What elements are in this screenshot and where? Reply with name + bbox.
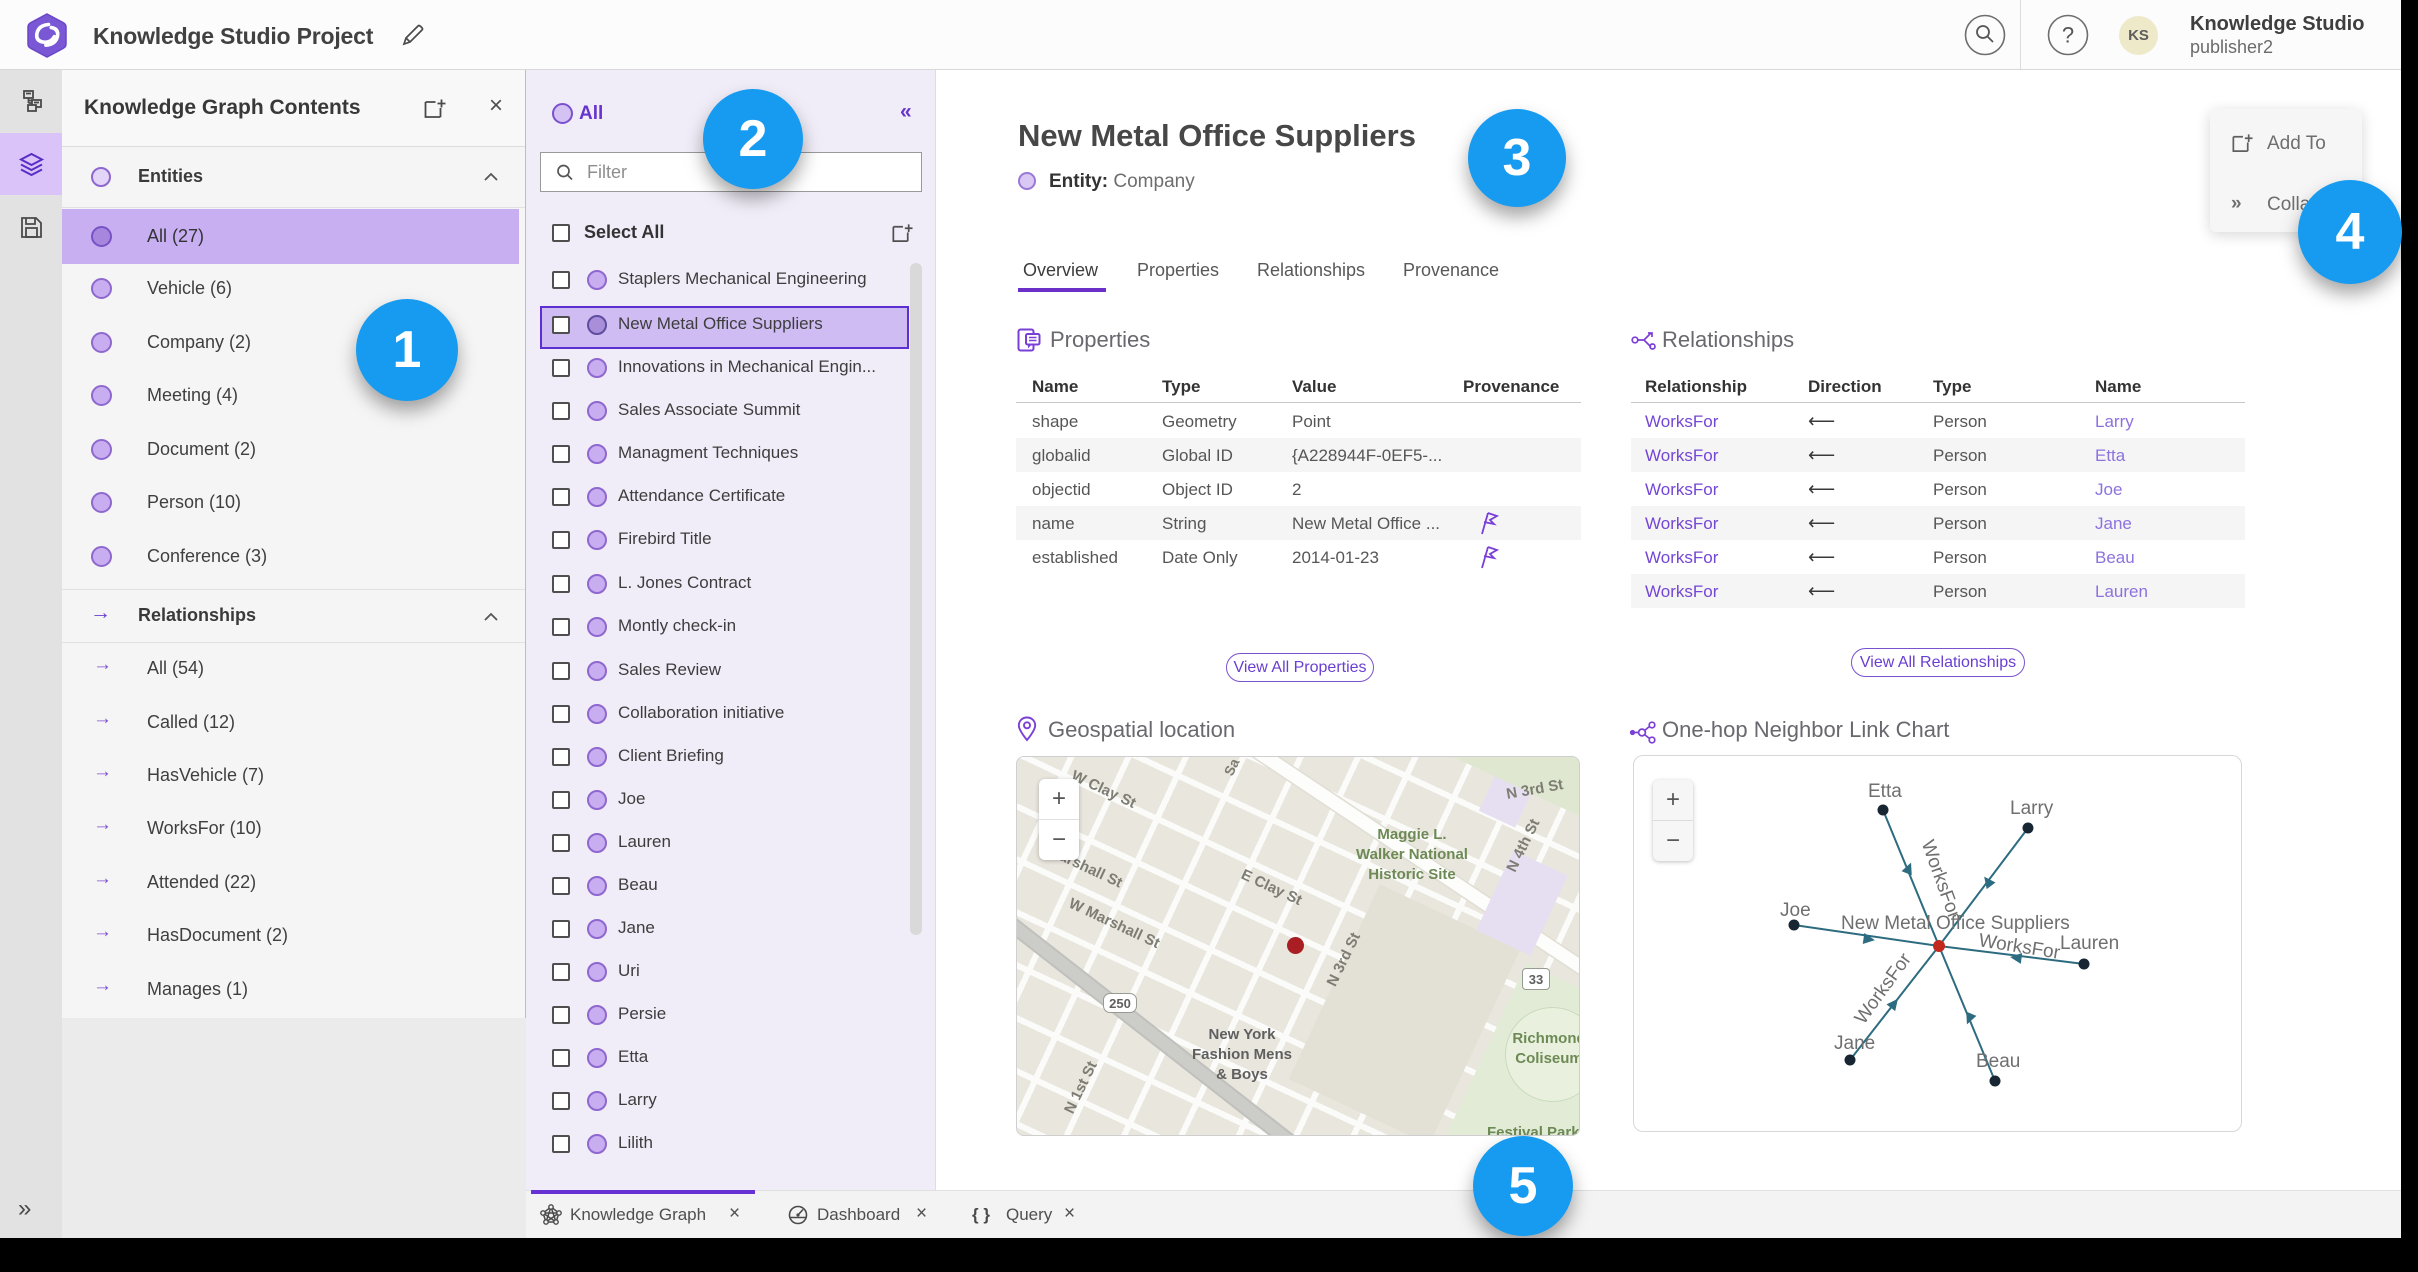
svg-text:?: ? bbox=[2062, 23, 2074, 48]
svg-text:Joe: Joe bbox=[1780, 900, 1811, 921]
svg-text:Etta: Etta bbox=[1868, 781, 1902, 802]
svg-text:Beau: Beau bbox=[1976, 1051, 2020, 1072]
svg-text:Lauren: Lauren bbox=[2060, 933, 2119, 954]
svg-text:Larry: Larry bbox=[2010, 798, 2054, 819]
svg-text:Jane: Jane bbox=[1834, 1033, 1875, 1054]
